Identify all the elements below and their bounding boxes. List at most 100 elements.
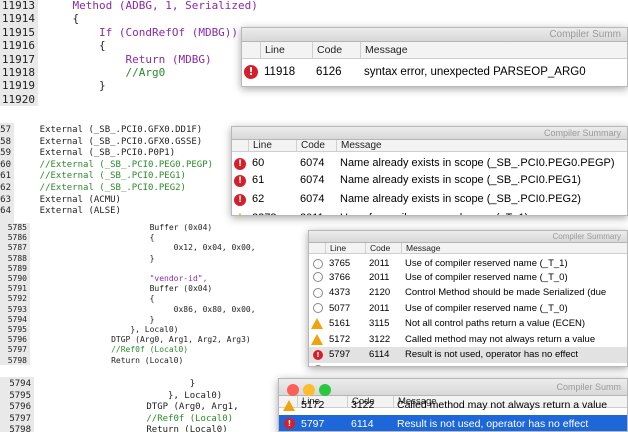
- cell-msg: Called method may not always return a va…: [397, 399, 608, 411]
- warning-icon: [234, 213, 246, 215]
- code-token: Buffer (0x04): [34, 223, 213, 232]
- code-line: If (CondRefOf (MDBG)): [46, 26, 238, 39]
- message-row[interactable]: 5172 3122 Called method may not always ret…: [279, 396, 627, 415]
- code-token: Return (Local0): [38, 425, 228, 432]
- line-number: 11920: [1, 92, 35, 106]
- column-header-message[interactable]: Message: [401, 243, 441, 254]
- close-button[interactable]: [287, 384, 299, 396]
- message-row[interactable]: 5077 2011 Use of compiler reserved name (_…: [309, 301, 627, 317]
- line-number: 64: [0, 206, 11, 217]
- message-row[interactable]: 2278 2011 Use of compiler reserved name (_…: [232, 209, 627, 215]
- code-line: {: [46, 12, 79, 25]
- message-row[interactable]: 4373 2120 Control Method should be made Se…: [309, 285, 627, 301]
- column-header-line[interactable]: Line: [325, 243, 346, 254]
- line-number: 5797: [9, 413, 31, 424]
- line-number: 5796: [7, 335, 27, 345]
- minimize-button[interactable]: [303, 384, 315, 396]
- message-row[interactable]: 5172 3122 Called method may not always ret…: [309, 332, 627, 348]
- error-icon: !: [244, 65, 258, 79]
- code-line: External (_SB_.PCI0.GFX0.DD1F): [18, 125, 203, 135]
- column-header-message[interactable]: Message: [360, 42, 408, 59]
- cell-msg: Control Method should be made Serialized…: [405, 287, 607, 298]
- code-token: External (ACMU): [18, 194, 121, 205]
- title-bar[interactable]: Compiler Summary: [232, 127, 627, 140]
- code-line: {: [46, 39, 106, 52]
- cell-line: 11918: [264, 66, 296, 78]
- code-line: //External (_SB_.PCI0.PEG1): [18, 171, 186, 181]
- code-token: }: [38, 379, 196, 389]
- window-title: Compiler Summary: [552, 232, 621, 241]
- message-row[interactable]: ! 11918 6126 syntax error, unexpected PARSE…: [242, 61, 627, 83]
- code-line: External (_SB_.PCI0.P0P1): [18, 148, 175, 158]
- cell-code: 2011: [369, 271, 390, 283]
- code-line: Return (MDBG): [46, 52, 212, 66]
- code-token: Return (Local0): [34, 355, 184, 365]
- warning-icon: [283, 399, 295, 411]
- code-line: Return (Local0): [34, 356, 183, 365]
- cell-line: 5172: [301, 399, 325, 411]
- cell-code: 6074: [300, 193, 325, 205]
- code-token: //Arg0: [46, 66, 166, 79]
- code-line: //Arg0: [46, 66, 165, 79]
- code-line: }: [46, 79, 106, 92]
- message-row[interactable]: ! 5797 6114 Result is not used, operator ha…: [309, 347, 627, 363]
- code-token: //Ref0f (Local0): [38, 413, 234, 424]
- cell-line: 5797: [301, 417, 325, 430]
- column-header-code[interactable]: Code: [312, 42, 342, 59]
- code-token: {: [34, 233, 155, 243]
- column-header-code[interactable]: Code: [365, 243, 390, 254]
- window-title: Compiler Summ: [556, 382, 621, 392]
- line-number: 11919: [1, 79, 35, 93]
- cell-line: 5172: [329, 333, 351, 345]
- message-row[interactable]: 5880 2095 Effective AML package length is …: [309, 363, 627, 366]
- remark-icon: [313, 365, 323, 366]
- cell-line: 5797: [329, 349, 351, 360]
- code-token: Method (ADBG, 1, Serialized): [46, 0, 258, 12]
- title-bar[interactable]: Compiler Summary: [309, 231, 627, 243]
- column-header-code[interactable]: Code: [296, 140, 325, 152]
- warning-icon: [311, 333, 323, 345]
- message-row[interactable]: ! 5797 6114 Result is not used, operator ha…: [279, 414, 627, 431]
- code-token: External (ALSE): [18, 206, 121, 217]
- code-token: }: [34, 314, 155, 324]
- line-number: 5785: [7, 223, 27, 232]
- message-row[interactable]: 3766 2011 Use of compiler reserved name (_…: [309, 270, 627, 286]
- line-number: 5787: [7, 243, 27, 253]
- code-line: }: [38, 379, 195, 389]
- cell-msg: Result is not used, operator has no effe…: [397, 417, 589, 430]
- code-line: External (ACMU): [18, 195, 121, 205]
- line-number: 5798: [9, 425, 31, 432]
- code-token: Return (MDBG): [46, 52, 212, 66]
- code-token: }, Local0): [38, 390, 223, 401]
- code-line: //External (_SB_.PCI0.PEG0.PEGP): [18, 160, 213, 170]
- cell-code: 2011: [369, 302, 390, 314]
- cell-code: 3115: [369, 318, 390, 329]
- cell-line: 5161: [329, 318, 351, 329]
- zoom-button[interactable]: [319, 384, 331, 396]
- cell-code: 6074: [300, 174, 325, 186]
- line-number: 63: [0, 194, 11, 205]
- column-header-line[interactable]: Line: [260, 42, 285, 59]
- column-header-line[interactable]: Line: [248, 140, 272, 152]
- message-row[interactable]: 5161 3115 Not all control paths return a v…: [309, 316, 627, 332]
- cell-code: 6114: [351, 417, 374, 430]
- cell-code: 2120: [369, 287, 391, 298]
- title-bar[interactable]: Compiler Summ: [279, 379, 627, 396]
- compiler-summary-window: Compiler Summary Line Code Message! 60 6074 Na…: [231, 126, 628, 216]
- line-number: 60: [0, 159, 11, 170]
- error-icon: !: [234, 174, 246, 187]
- title-bar[interactable]: Compiler Summ: [242, 28, 627, 42]
- line-number: 5794: [9, 379, 31, 389]
- code-line: }: [34, 253, 155, 263]
- error-icon: !: [234, 157, 246, 170]
- cell-msg: syntax error, unexpected PARSEOP_ARG0: [364, 66, 586, 78]
- message-row[interactable]: ! 62 6074 Name already exists in scope (_SB…: [232, 190, 627, 209]
- line-number: 62: [0, 183, 11, 193]
- code-token: }: [34, 253, 155, 263]
- message-row[interactable]: ! 61 6074 Name already exists in scope (_SB…: [232, 171, 627, 190]
- column-header-row: Line Code Message: [242, 42, 627, 59]
- code-line: {: [34, 233, 155, 243]
- column-header-message[interactable]: Message: [336, 140, 382, 152]
- cell-line: 3766: [329, 271, 351, 283]
- line-number: 5788: [7, 253, 27, 263]
